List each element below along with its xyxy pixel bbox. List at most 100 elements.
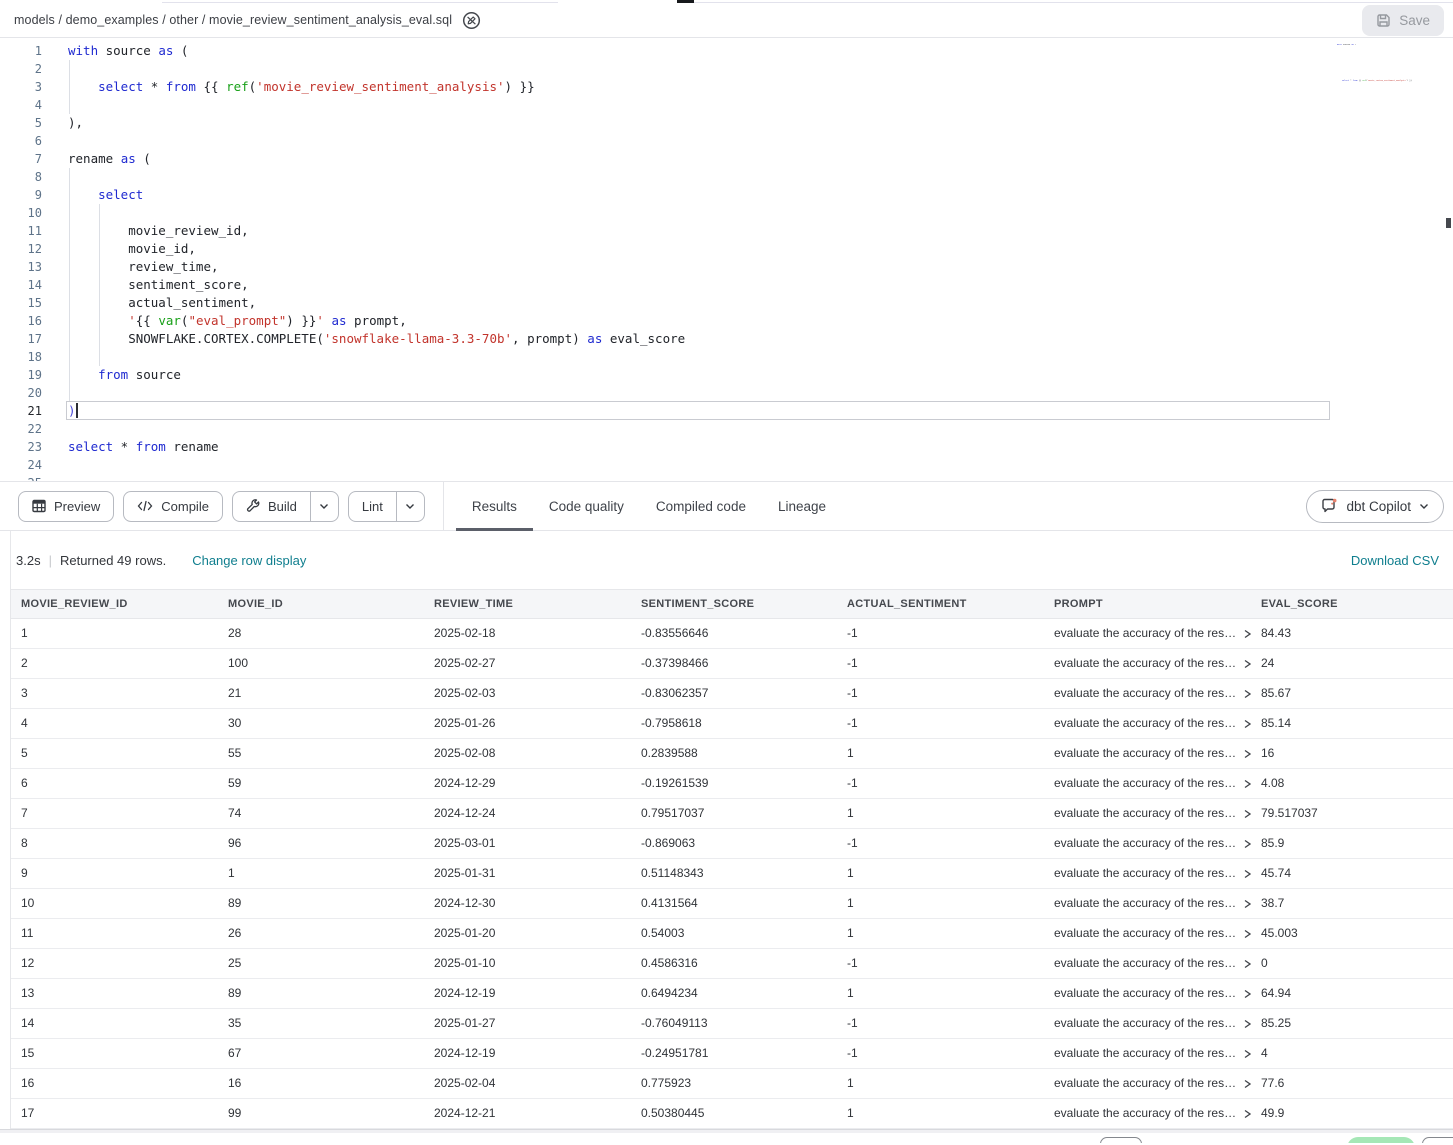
prompt-expand-icon[interactable] — [1243, 749, 1251, 759]
prompt-expand-icon[interactable] — [1243, 689, 1251, 699]
prompt-cell: evaluate the accuracy of the res… — [1044, 649, 1251, 678]
line-number: 21 — [0, 402, 42, 420]
cell: 2025-01-27 — [424, 1009, 631, 1038]
table-row: 4302025-01-26-0.7958618-1evaluate the ac… — [11, 709, 1453, 739]
line-number: 14 — [0, 276, 42, 294]
prompt-text: evaluate the accuracy of the res… — [1054, 889, 1236, 918]
cutoff-button[interactable] — [1100, 1137, 1142, 1143]
cell: 2024-12-24 — [424, 799, 631, 828]
editor-toolbar: Preview Compile Build — [0, 482, 1453, 531]
cell: 1 — [837, 1099, 1044, 1128]
prompt-expand-icon[interactable] — [1243, 989, 1251, 999]
prompt-cell: evaluate the accuracy of the res… — [1044, 1009, 1251, 1038]
line-number: 12 — [0, 240, 42, 258]
cell: 1 — [837, 859, 1044, 888]
cell: -1 — [837, 949, 1044, 978]
download-csv-link[interactable]: Download CSV — [1351, 553, 1439, 568]
table-row: 17992024-12-210.503804451evaluate the ac… — [11, 1099, 1453, 1129]
cell: 16 — [11, 1069, 218, 1098]
save-button[interactable]: Save — [1362, 5, 1444, 36]
line-number: 20 — [0, 384, 42, 402]
cell: -0.83556646 — [631, 619, 837, 648]
line-number: 23 — [0, 438, 42, 456]
cell: 38.7 — [1251, 889, 1453, 918]
cutoff-green-button[interactable] — [1347, 1137, 1415, 1143]
prompt-expand-icon[interactable] — [1243, 1049, 1251, 1059]
prompt-expand-icon[interactable] — [1243, 839, 1251, 849]
cell: 89 — [218, 979, 424, 1008]
prompt-text: evaluate the accuracy of the res… — [1054, 1039, 1236, 1068]
code-line: 2 — [0, 60, 1453, 78]
cell: 21 — [218, 679, 424, 708]
rows-returned-text: Returned 49 rows. — [60, 553, 166, 568]
editor-scrollbar-thumb[interactable] — [1446, 218, 1451, 228]
prompt-text: evaluate the accuracy of the res… — [1054, 1069, 1236, 1098]
code-line: 11 movie_review_id, — [0, 222, 1453, 240]
prompt-expand-icon[interactable] — [1243, 629, 1251, 639]
code-line: 13 review_time, — [0, 258, 1453, 276]
prompt-expand-icon[interactable] — [1243, 659, 1251, 669]
dbt-copilot-button[interactable]: dbt Copilot — [1306, 490, 1444, 523]
cell: 99 — [218, 1099, 424, 1128]
prompt-cell: evaluate the accuracy of the res… — [1044, 619, 1251, 648]
code-line: 5), — [0, 114, 1453, 132]
tab-results[interactable]: Results — [456, 482, 533, 531]
build-dropdown-chevron[interactable] — [310, 492, 338, 521]
cutoff-button[interactable] — [1422, 1137, 1453, 1143]
prompt-expand-icon[interactable] — [1243, 959, 1251, 969]
prompt-text: evaluate the accuracy of the res… — [1054, 709, 1236, 738]
line-number: 3 — [0, 78, 42, 96]
lint-dropdown-chevron[interactable] — [396, 492, 424, 521]
tab-lineage[interactable]: Lineage — [762, 482, 842, 531]
prompt-cell: evaluate the accuracy of the res… — [1044, 1099, 1251, 1128]
table-row: 912025-01-310.511483431evaluate the accu… — [11, 859, 1453, 889]
sql-code-editor[interactable]: 1with source as (23 select * from {{ ref… — [0, 38, 1453, 482]
line-number: 18 — [0, 348, 42, 366]
prompt-expand-icon[interactable] — [1243, 779, 1251, 789]
code-line: 7rename as ( — [0, 150, 1453, 168]
prompt-text: evaluate the accuracy of the res… — [1054, 949, 1236, 978]
code-line: 15 actual_sentiment, — [0, 294, 1453, 312]
prompt-expand-icon[interactable] — [1243, 1079, 1251, 1089]
change-row-display-link[interactable]: Change row display — [192, 553, 306, 568]
table-row: 12252025-01-100.4586316-1evaluate the ac… — [11, 949, 1453, 979]
compile-button[interactable]: Compile — [123, 491, 223, 522]
tab-code-quality[interactable]: Code quality — [533, 482, 640, 531]
prompt-expand-icon[interactable] — [1243, 869, 1251, 879]
cell: -1 — [837, 1039, 1044, 1068]
lint-main[interactable]: Lint — [349, 492, 396, 521]
lint-button[interactable]: Lint — [348, 491, 425, 522]
minimap[interactable]: 1with source as (23 select * from {{ ref… — [1333, 44, 1429, 102]
query-elapsed-time: 3.2s — [16, 553, 41, 568]
tab-compiled-code[interactable]: Compiled code — [640, 482, 762, 531]
preview-button[interactable]: Preview — [18, 491, 114, 522]
cell: 0.50380445 — [631, 1099, 837, 1128]
build-main[interactable]: Build — [233, 492, 310, 521]
prompt-expand-icon[interactable] — [1243, 899, 1251, 909]
wrench-icon — [246, 499, 260, 513]
code-line: 20 — [0, 384, 1453, 402]
cell: 45.74 — [1251, 859, 1453, 888]
cell: 64.94 — [1251, 979, 1453, 1008]
text-caret — [76, 403, 78, 418]
cell: 2024-12-21 — [424, 1099, 631, 1128]
cell: 35 — [218, 1009, 424, 1038]
cell: 1 — [837, 1069, 1044, 1098]
table-row: 13892024-12-190.64942341evaluate the acc… — [11, 979, 1453, 1009]
code-icon — [137, 500, 153, 512]
prompt-expand-icon[interactable] — [1243, 809, 1251, 819]
cell: -0.869063 — [631, 829, 837, 858]
prompt-expand-icon[interactable] — [1243, 1019, 1251, 1029]
prompt-expand-icon[interactable] — [1243, 929, 1251, 939]
cell: -1 — [837, 769, 1044, 798]
code-line: 3 select * from {{ ref('movie_review_sen… — [1333, 80, 1429, 98]
code-line: 14 sentiment_score, — [0, 276, 1453, 294]
cell: 4 — [1251, 1039, 1453, 1068]
cell: 1 — [11, 619, 218, 648]
cell: 0 — [1251, 949, 1453, 978]
build-button[interactable]: Build — [232, 491, 339, 522]
code-line: 2 — [1333, 62, 1429, 80]
prompt-expand-icon[interactable] — [1243, 719, 1251, 729]
active-line-highlight — [66, 401, 1330, 420]
prompt-expand-icon[interactable] — [1243, 1109, 1251, 1119]
